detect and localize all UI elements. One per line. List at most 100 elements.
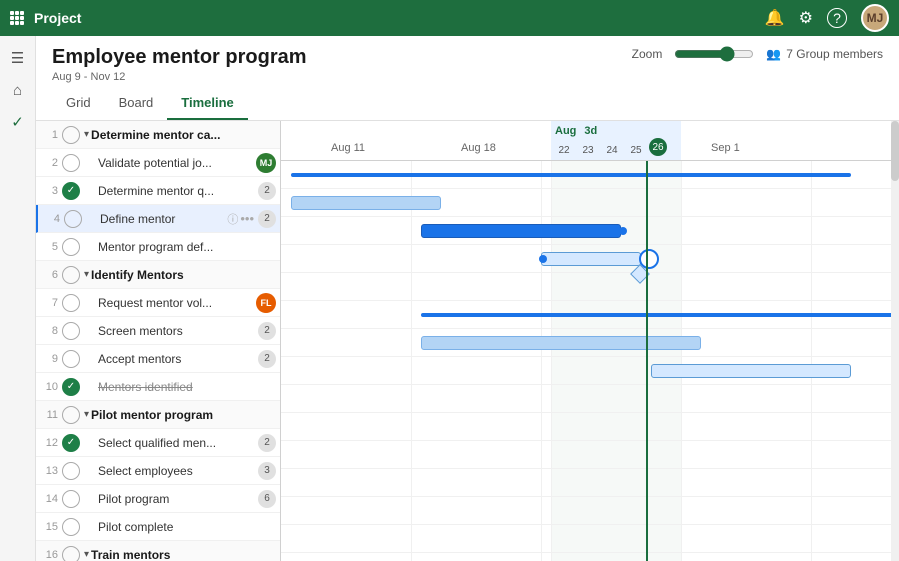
tab-grid[interactable]: Grid xyxy=(52,87,105,120)
task-row[interactable]: 12 Select qualified men... 2 xyxy=(36,429,280,457)
sidebar-home-icon[interactable]: ⌂ xyxy=(4,76,32,104)
scrollbar-track xyxy=(891,121,899,561)
row-number: 2 xyxy=(40,157,62,169)
row-number: 12 xyxy=(40,437,62,449)
task-row[interactable]: 15 Pilot complete xyxy=(36,513,280,541)
zoom-slider[interactable] xyxy=(674,46,754,62)
gantt-row-10 xyxy=(281,413,899,441)
expand-icon[interactable]: ▾ xyxy=(84,409,89,420)
info-icon[interactable]: ⓘ xyxy=(227,211,238,227)
task-checkbox[interactable] xyxy=(62,126,80,144)
today-line xyxy=(646,161,648,561)
task-row[interactable]: 10 Mentors identified xyxy=(36,373,280,401)
connector-dot-3 xyxy=(619,227,627,235)
task-checkbox[interactable] xyxy=(62,182,80,200)
bell-icon[interactable]: 🔔 xyxy=(765,8,785,28)
row-number: 14 xyxy=(40,493,62,505)
gantt-rows xyxy=(281,161,899,561)
task-name: Pilot mentor program xyxy=(91,408,276,422)
task-checkbox[interactable] xyxy=(62,546,80,561)
gantt-bar-1 xyxy=(291,173,851,177)
task-list: 1 ▾ Determine mentor ca... 2 Validate po… xyxy=(36,121,281,561)
row-number: 9 xyxy=(40,353,62,365)
task-row[interactable]: 2 Validate potential jo... MJ xyxy=(36,149,280,177)
task-badge: 3 xyxy=(258,462,276,480)
task-checkbox[interactable] xyxy=(62,294,80,312)
task-name: Train mentors xyxy=(91,548,276,561)
gantt-bar-6 xyxy=(421,313,899,317)
gantt-row-2 xyxy=(281,189,899,217)
task-checkbox[interactable] xyxy=(62,434,80,452)
sidebar-check-icon[interactable]: ✓ xyxy=(4,108,32,136)
task-name: Request mentor vol... xyxy=(98,296,252,310)
row-number: 5 xyxy=(40,241,62,253)
task-name: Pilot program xyxy=(98,492,254,506)
task-name: Define mentor xyxy=(100,212,224,226)
task-row[interactable]: 9 Accept mentors 2 xyxy=(36,345,280,373)
tab-timeline[interactable]: Timeline xyxy=(167,87,248,120)
gantt-row-9 xyxy=(281,385,899,413)
connector-dot-4 xyxy=(539,255,547,263)
task-row[interactable]: 14 Pilot program 6 xyxy=(36,485,280,513)
app-grid-icon[interactable] xyxy=(10,11,24,25)
expand-icon[interactable]: ▾ xyxy=(84,549,89,560)
sidebar-menu-icon[interactable]: ☰ xyxy=(4,44,32,72)
task-row[interactable]: 13 Select employees 3 xyxy=(36,457,280,485)
task-checkbox[interactable] xyxy=(62,322,80,340)
scrollbar-thumb[interactable] xyxy=(891,121,899,181)
task-checkbox[interactable] xyxy=(62,266,80,284)
main-content: Employee mentor program Aug 9 - Nov 12 G… xyxy=(36,36,899,561)
gantt-row-6 xyxy=(281,301,899,329)
task-name: Select qualified men... xyxy=(98,436,254,450)
task-row[interactable]: 11 ▾ Pilot mentor program xyxy=(36,401,280,429)
task-checkbox[interactable] xyxy=(62,462,80,480)
row-number: 7 xyxy=(40,297,62,309)
help-icon[interactable]: ? xyxy=(827,8,847,28)
task-checkbox[interactable] xyxy=(62,378,80,396)
expand-icon[interactable]: ▾ xyxy=(84,269,89,280)
task-row[interactable]: 3 Determine mentor q... 2 xyxy=(36,177,280,205)
gantt-row-7 xyxy=(281,329,899,357)
expand-icon[interactable]: ▾ xyxy=(84,129,89,140)
task-name: Screen mentors xyxy=(98,324,254,338)
people-icon: 👥 xyxy=(766,47,781,61)
task-row[interactable]: 1 ▾ Determine mentor ca... xyxy=(36,121,280,149)
task-checkbox[interactable] xyxy=(62,154,80,172)
task-badge: 2 xyxy=(258,434,276,452)
top-bar: Project 🔔 ⚙ ? MJ xyxy=(0,0,899,36)
task-checkbox[interactable] xyxy=(62,490,80,508)
more-icon[interactable]: ••• xyxy=(240,211,254,226)
task-checkbox[interactable] xyxy=(62,350,80,368)
task-row[interactable]: 7 Request mentor vol... FL xyxy=(36,289,280,317)
task-checkbox[interactable] xyxy=(64,210,82,228)
gantt-row-1 xyxy=(281,161,899,189)
date-header: Aug 11 Aug 18 Aug 3d 22 23 24 25 26 xyxy=(281,121,899,161)
gear-icon[interactable]: ⚙ xyxy=(799,8,813,28)
row-number: 15 xyxy=(40,521,62,533)
gantt-row-3 xyxy=(281,217,899,245)
gantt-row-14 xyxy=(281,525,899,553)
task-row[interactable]: 6 ▾ Identify Mentors xyxy=(36,261,280,289)
date-aug11: Aug 11 xyxy=(331,142,365,154)
task-badge: 2 xyxy=(258,182,276,200)
task-row[interactable]: 4 Define mentor ⓘ ••• 2 xyxy=(36,205,280,233)
task-row[interactable]: 5 Mentor program def... xyxy=(36,233,280,261)
task-badge: 2 xyxy=(258,350,276,368)
group-members-label: 7 Group members xyxy=(786,47,883,61)
avatar[interactable]: MJ xyxy=(861,4,889,32)
row-number: 11 xyxy=(40,409,62,421)
tab-board[interactable]: Board xyxy=(105,87,168,120)
task-checkbox[interactable] xyxy=(62,406,80,424)
group-members-button[interactable]: 👥 7 Group members xyxy=(766,47,883,61)
task-row[interactable]: 8 Screen mentors 2 xyxy=(36,317,280,345)
header-nav: Grid Board Timeline xyxy=(52,87,307,120)
task-row[interactable]: 16 ▾ Train mentors xyxy=(36,541,280,561)
task-checkbox[interactable] xyxy=(62,518,80,536)
timeline: Aug 11 Aug 18 Aug 3d 22 23 24 25 26 xyxy=(281,121,899,561)
day-22: 22 xyxy=(553,145,575,156)
task-name: Mentors identified xyxy=(98,380,276,394)
task-checkbox[interactable] xyxy=(62,238,80,256)
row-number: 10 xyxy=(40,381,62,393)
day-24: 24 xyxy=(601,145,623,156)
day-25: 25 xyxy=(625,145,647,156)
